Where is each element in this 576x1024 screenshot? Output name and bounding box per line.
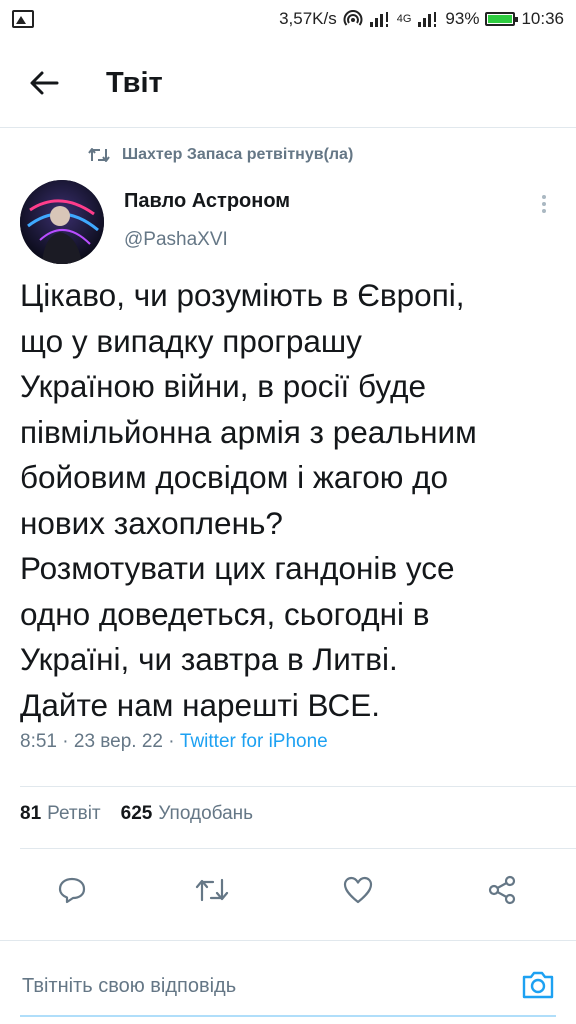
share-button[interactable] (480, 868, 524, 912)
signal-icon (369, 12, 388, 27)
camera-button[interactable] (518, 964, 558, 1004)
retweet-button[interactable] (190, 868, 234, 912)
page-title: Твіт (106, 66, 163, 99)
more-options-button[interactable] (532, 190, 556, 218)
reply-icon (58, 877, 86, 904)
top-app-bar: Твіт (0, 38, 576, 128)
meta-separator: · (62, 731, 74, 752)
avatar[interactable] (20, 180, 104, 264)
tweet-source-link[interactable]: Twitter for iPhone (180, 731, 328, 752)
arrow-left-icon (30, 71, 59, 95)
divider (20, 848, 576, 849)
divider (20, 786, 576, 787)
retweets-stat[interactable]: 81 Ретвіт (20, 803, 101, 825)
tweet-actions (0, 860, 576, 918)
back-button[interactable] (14, 53, 74, 113)
retweet-icon (195, 878, 229, 902)
battery-percent: 93% (445, 9, 480, 28)
likes-stat[interactable]: 625 Уподобань (121, 803, 253, 825)
reply-input-underline (20, 1015, 556, 1017)
signal-4g-icon (418, 12, 437, 27)
image-notification-icon (12, 10, 34, 28)
like-icon (343, 876, 373, 904)
reply-composer (0, 956, 576, 1016)
author-name[interactable]: Павло Астроном (124, 190, 290, 213)
tweet-stats: 81 Ретвіт 625 Уподобань (20, 803, 253, 825)
header-divider (0, 127, 576, 128)
retweet-context[interactable]: Шахтер Запаса ретвітнув(ла) (88, 146, 353, 164)
reply-button[interactable] (50, 868, 94, 912)
like-button[interactable] (336, 868, 380, 912)
network-type: 4G (396, 13, 412, 25)
tweet-metadata: 8:51 · 23 вер. 22 · Twitter for iPhone (20, 731, 328, 753)
meta-separator: · (168, 731, 180, 752)
status-bar: 3,57K/s 4G 93% 10:36 (0, 0, 576, 38)
author-handle[interactable]: @PashaXVI (124, 229, 228, 251)
battery-icon (485, 12, 519, 26)
retweets-label: Ретвіт (47, 803, 101, 824)
retweets-count: 81 (20, 803, 42, 824)
likes-count: 625 (120, 803, 153, 824)
retweet-icon (88, 148, 110, 162)
divider (0, 940, 576, 941)
retweet-context-label: Шахтер Запаса ретвітнув(ла) (122, 146, 354, 163)
more-vertical-icon (542, 195, 546, 199)
tweet-text: Цікаво, чи розуміють в Європі, що у випа… (20, 277, 477, 723)
camera-icon (522, 971, 554, 999)
network-speed: 3,57K/s (279, 9, 337, 28)
tweet-date: 23 вер. 22 (73, 731, 163, 752)
tweet-time: 8:51 (20, 731, 57, 752)
clock: 10:36 (521, 9, 564, 28)
likes-label: Уподобань (158, 803, 254, 824)
share-icon (488, 875, 516, 905)
hotspot-icon (343, 10, 363, 26)
reply-input[interactable] (22, 970, 482, 1002)
